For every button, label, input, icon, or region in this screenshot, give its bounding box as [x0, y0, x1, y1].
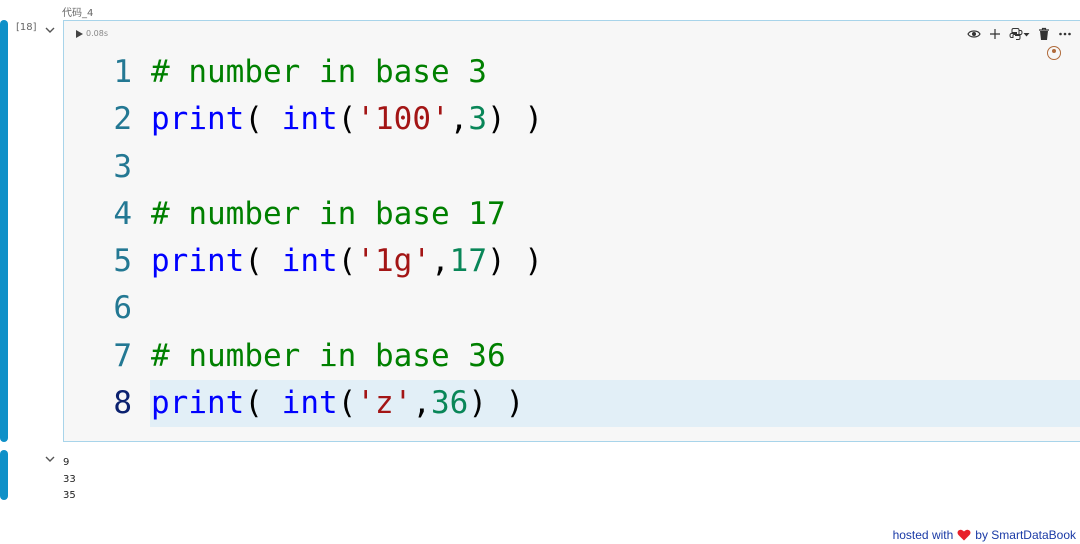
code-line[interactable]: 3 [64, 144, 1080, 191]
collapse-cell-chevron-icon[interactable] [44, 24, 56, 36]
more-icon[interactable] [1057, 27, 1072, 42]
code-token: '100' [356, 101, 450, 138]
footer-prefix: hosted with [892, 528, 954, 542]
code-token: ( [337, 101, 357, 138]
code-token: '1g' [356, 243, 431, 280]
code-token: ) ) [486, 243, 543, 280]
line-content: # number in base 17 [151, 191, 506, 238]
code-token: print [151, 385, 245, 422]
line-number: 1 [113, 54, 132, 90]
code-token: # number in base 17 [151, 195, 506, 232]
code-cell[interactable]: 0.08s 1 # number in base 3 2 print( int('10… [63, 20, 1080, 442]
output-focus-bar[interactable] [0, 450, 8, 500]
code-token: ) ) [487, 101, 543, 138]
code-line[interactable]: 1 # number in base 3 [64, 49, 1080, 96]
run-cell-play-icon[interactable] [74, 29, 84, 39]
line-content: print( int('100',3) ) [151, 96, 543, 143]
code-token: # number in base 36 [151, 337, 506, 374]
footer-link[interactable]: by SmartDataBook [975, 528, 1076, 542]
line-number: 6 [113, 290, 132, 327]
trash-icon[interactable] [1036, 27, 1051, 42]
line-number: 8 [113, 385, 132, 422]
python-icon[interactable] [1008, 27, 1023, 42]
code-token: print [151, 101, 245, 138]
code-token: , [449, 101, 469, 138]
execution-time: 0.08s [86, 29, 108, 38]
plus-icon[interactable] [987, 27, 1002, 42]
output-line: 33 [63, 473, 76, 485]
code-token: 'z' [356, 385, 413, 422]
output-line: 9 [63, 457, 70, 468]
line-number: 2 [113, 101, 132, 138]
line-number: 5 [113, 243, 132, 280]
code-line[interactable]: 8 print( int('z',36) ) [64, 380, 1080, 428]
code-editor[interactable]: 1 # number in base 3 2 print( int('100',3) … [64, 49, 1080, 428]
code-line[interactable]: 6 [64, 285, 1080, 332]
collapse-output-chevron-icon[interactable] [44, 453, 56, 465]
cell-toolbar [966, 26, 1072, 42]
code-token: int [281, 101, 338, 138]
heart-icon [957, 529, 971, 541]
code-token: ( [244, 101, 282, 138]
output-line: 35 [63, 490, 76, 501]
code-token: # number in base 3 [151, 54, 487, 90]
code-token: , [412, 385, 431, 422]
line-content: print( int('1g',17) ) [151, 238, 543, 285]
code-token: ( [337, 385, 357, 422]
code-line[interactable]: 4 # number in base 17 [64, 191, 1080, 238]
code-line[interactable]: 7 # number in base 36 [64, 333, 1080, 380]
cell-title: 代码_4 [62, 8, 94, 19]
hosted-footer: hosted with by SmartDataBook [893, 528, 1076, 542]
line-content: # number in base 36 [151, 333, 506, 380]
code-token: ( [337, 243, 357, 280]
cell-focus-bar[interactable] [0, 20, 8, 442]
line-number: 7 [113, 337, 132, 374]
code-token: print [151, 243, 245, 280]
code-token: , [430, 243, 450, 280]
code-token: ( [244, 385, 282, 422]
line-number: 3 [113, 148, 132, 185]
eye-icon[interactable] [966, 27, 981, 42]
code-token: ) ) [468, 385, 525, 422]
execution-count: [18] [16, 22, 37, 33]
code-token: 36 [431, 385, 469, 422]
line-content: # number in base 3 [151, 49, 487, 96]
code-line[interactable]: 2 print( int('100',3) ) [64, 96, 1080, 143]
line-content: print( int('z',36) ) [151, 380, 524, 427]
cell-output: 9 33 35 [63, 455, 76, 505]
chevron-down-icon[interactable] [1023, 27, 1030, 42]
code-token: 3 [468, 101, 487, 138]
code-line[interactable]: 5 print( int('1g',17) ) [64, 238, 1080, 285]
code-token: int [281, 385, 338, 422]
code-token: ( [244, 243, 282, 280]
code-token: int [281, 243, 338, 280]
line-number: 4 [113, 195, 132, 232]
code-token: 17 [449, 243, 487, 280]
